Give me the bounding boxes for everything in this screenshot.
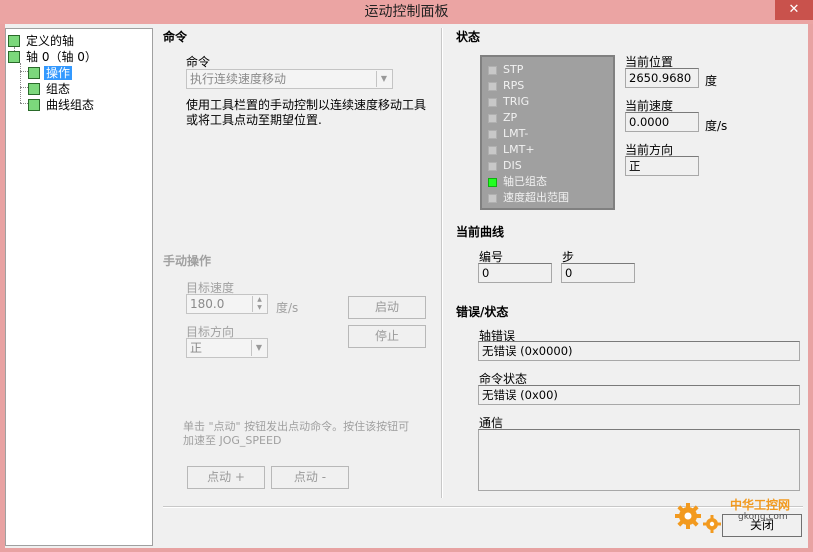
window-titlebar: 运动控制面板 ✕ [0, 0, 813, 24]
tree-item-label: 组态 [46, 82, 71, 96]
tree-item-label: 操作 [44, 66, 73, 80]
status-flag-label: RPS [503, 79, 525, 92]
status-flag-label: DIS [503, 159, 522, 172]
window-client: 定义的轴 轴 0（轴 0） 操作 组态 曲线组态 命令 命令 执行连续速度移动 … [5, 24, 808, 548]
tree-item-config[interactable]: 组态 [28, 81, 70, 97]
tree-item-axis0[interactable]: 轴 0（轴 0） [8, 49, 97, 65]
status-led-icon [488, 194, 497, 203]
command-select[interactable]: 执行连续速度移动 ▼ [186, 69, 393, 89]
tree-item-label: 曲线组态 [46, 98, 95, 112]
command-description-line2: 或将工具点动至期望位置. [186, 113, 322, 127]
spin-buttons[interactable]: ▲ ▼ [252, 296, 266, 312]
chevron-down-icon: ▼ [376, 71, 391, 87]
target-direction-select[interactable]: 正 ▼ [186, 338, 268, 358]
position-unit: 度 [705, 74, 718, 88]
stop-button[interactable]: 停止 [348, 325, 426, 348]
tree-item-operation[interactable]: 操作 [28, 65, 73, 81]
target-direction-value: 正 [190, 341, 203, 355]
tree-item-label: 轴 0（轴 0） [26, 50, 97, 64]
close-button[interactable]: 关闭 [722, 514, 802, 537]
command-section-title: 命令 [163, 30, 188, 44]
status-flag-label: LMT+ [503, 143, 535, 156]
status-flag-label: 轴已组态 [503, 175, 547, 188]
current-speed-field: 0.0000 [625, 112, 699, 132]
curve-number-field: 0 [478, 263, 552, 283]
axis-tree[interactable]: 定义的轴 轴 0（轴 0） 操作 组态 曲线组态 [5, 28, 153, 546]
tree-item-curve-config[interactable]: 曲线组态 [28, 97, 94, 113]
tree-item-defined-axes[interactable]: 定义的轴 [8, 33, 74, 49]
status-led-icon [488, 98, 497, 107]
jog-hint-line2: 加速至 JOG_SPEED [183, 434, 282, 447]
node-icon [8, 35, 20, 47]
current-position-field: 2650.9680 [625, 68, 699, 88]
command-label: 命令 [186, 55, 211, 69]
target-speed-value: 180.0 [190, 297, 225, 311]
status-led-icon [488, 130, 497, 139]
column-divider [441, 28, 443, 498]
curve-section-title: 当前曲线 [456, 225, 505, 239]
node-icon [28, 67, 40, 79]
status-led-icon [488, 178, 497, 187]
current-direction-field: 正 [625, 156, 699, 176]
node-icon [28, 99, 40, 111]
status-flag-label: LMT- [503, 127, 529, 140]
window-title: 运动控制面板 [364, 4, 449, 20]
target-speed-unit: 度/s [276, 301, 299, 315]
manual-section-title: 手动操作 [163, 254, 212, 268]
chevron-down-icon: ▼ [251, 340, 266, 356]
status-led-icon [488, 114, 497, 123]
status-flag-label: 速度超出范围 [503, 191, 569, 204]
curve-step-field: 0 [561, 263, 635, 283]
status-led-icon [488, 146, 497, 155]
footer-divider [163, 506, 803, 508]
status-flag-label: TRIG [503, 95, 530, 108]
node-icon [28, 83, 40, 95]
status-led-icon [488, 66, 497, 75]
status-flag-label: ZP [503, 111, 518, 124]
speed-unit: 度/s [705, 119, 728, 133]
window-close-button[interactable]: ✕ [775, 0, 813, 20]
tree-item-label: 定义的轴 [26, 34, 75, 48]
jog-minus-button[interactable]: 点动 - [271, 466, 349, 489]
jog-plus-button[interactable]: 点动 + [187, 466, 265, 489]
command-status-field: 无错误 (0x00) [478, 385, 800, 405]
start-button[interactable]: 启动 [348, 296, 426, 319]
node-icon [8, 51, 20, 63]
communication-field [478, 429, 800, 491]
target-speed-stepper[interactable]: 180.0 ▲ ▼ [186, 294, 268, 314]
status-section-title: 状态 [456, 30, 481, 44]
status-flag-label: STP [503, 63, 524, 76]
axis-error-field: 无错误 (0x0000) [478, 341, 800, 361]
errors-section-title: 错误/状态 [456, 305, 509, 319]
status-flags-panel: STP RPS TRIG ZP LMT- LMT+ DIS 轴已组态速度超出范围 [480, 55, 615, 210]
status-led-icon [488, 82, 497, 91]
command-select-value: 执行连续速度移动 [190, 72, 287, 86]
status-led-icon [488, 162, 497, 171]
